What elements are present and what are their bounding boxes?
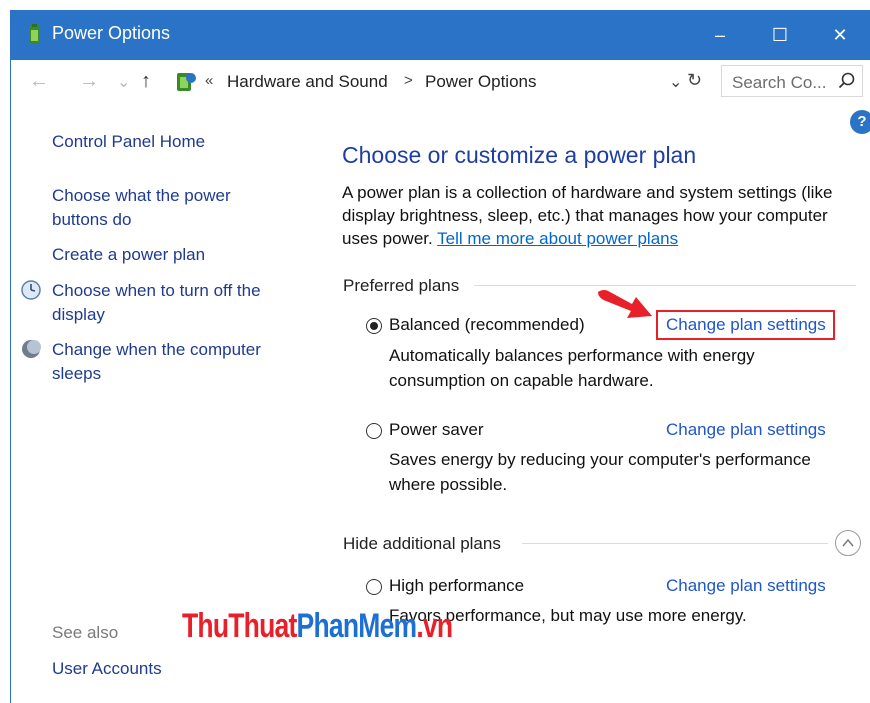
back-arrow-icon[interactable]: ← [29,70,49,93]
sidebar-item-turn-off-display[interactable]: Choose when to turn off the display [52,279,292,327]
watermark-part-2: PhanMem [296,607,418,645]
sidebar-item-create-plan[interactable]: Create a power plan [52,243,205,267]
chevron-up-icon [842,538,854,547]
close-button[interactable]: ✕ [810,10,870,60]
sleep-moon-icon [22,340,41,358]
highlight-box [656,310,835,340]
plan-name-high-performance: High performance [389,576,525,595]
red-arrow-icon [598,290,652,318]
refresh-icon[interactable]: ↻ [687,70,702,91]
hide-additional-plans-label[interactable]: Hide additional plans [343,534,501,554]
plan-desc-high-performance: Favors performance, but may use more ene… [389,606,747,625]
search-icon[interactable] [838,72,856,90]
radio-power-saver[interactable] [366,423,382,439]
search-input[interactable]: Search Co... [721,65,863,97]
search-placeholder: Search Co... [732,73,827,92]
sidebar-item-power-buttons[interactable]: Choose what the power buttons do [52,184,282,232]
watermark-part-3: .vn [416,607,453,645]
change-plan-settings-high-performance[interactable]: Change plan settings [666,576,826,596]
breadcrumb-hardware-and-sound[interactable]: Hardware and Sound [227,72,388,92]
maximize-button[interactable]: ☐ [750,10,810,60]
recent-locations-icon[interactable]: ⌄ [117,72,130,92]
plan-desc-power-saver: Saves energy by reducing your computer's… [389,450,811,494]
tell-me-more-link[interactable]: Tell me more about power plans [437,229,678,248]
forward-arrow-icon[interactable]: → [79,70,99,93]
minimize-button[interactable]: – [690,10,750,60]
title-bar: Power Options – ☐ ✕ [10,10,870,60]
address-dropdown-icon[interactable]: ⌄ [669,72,682,92]
breadcrumb-separator-icon: > [404,72,413,89]
watermark-part-1: ThuThuat [182,607,297,645]
hardware-sound-icon [177,73,196,91]
radio-balanced[interactable] [366,318,382,334]
breadcrumb-overflow-icon[interactable]: « [205,72,213,89]
sidebar-control-panel-home[interactable]: Control Panel Home [52,130,205,154]
intro-text: A power plan is a collection of hardware… [342,181,852,250]
plan-name-balanced: Balanced (recommended) [389,315,585,334]
divider [522,543,828,544]
window-title: Power Options [52,23,171,43]
preferred-plans-label: Preferred plans [343,276,460,295]
watermark-logo: ThuThuatPhanMem.vn [182,607,453,646]
change-plan-settings-power-saver[interactable]: Change plan settings [666,420,826,440]
breadcrumb-power-options[interactable]: Power Options [425,72,537,92]
sidebar-item-computer-sleeps[interactable]: Change when the computer sleeps [52,338,292,386]
collapse-button[interactable] [835,530,861,556]
window-border [10,60,11,703]
see-also-heading: See also [52,623,119,642]
navigation-bar: ← → ⌄ ↑ « Hardware and Sound > Power Opt… [11,60,870,105]
up-arrow-icon[interactable]: ↑ [141,70,151,93]
display-clock-icon [21,280,41,300]
sidebar-item-user-accounts[interactable]: User Accounts [52,657,162,681]
radio-high-performance[interactable] [366,579,382,595]
help-icon[interactable]: ? [850,110,870,134]
plan-name-power-saver: Power saver [389,420,484,439]
page-title: Choose or customize a power plan [342,142,697,168]
plan-desc-balanced: Automatically balances performance with … [389,346,755,390]
divider [474,285,856,286]
power-options-icon [29,24,40,43]
